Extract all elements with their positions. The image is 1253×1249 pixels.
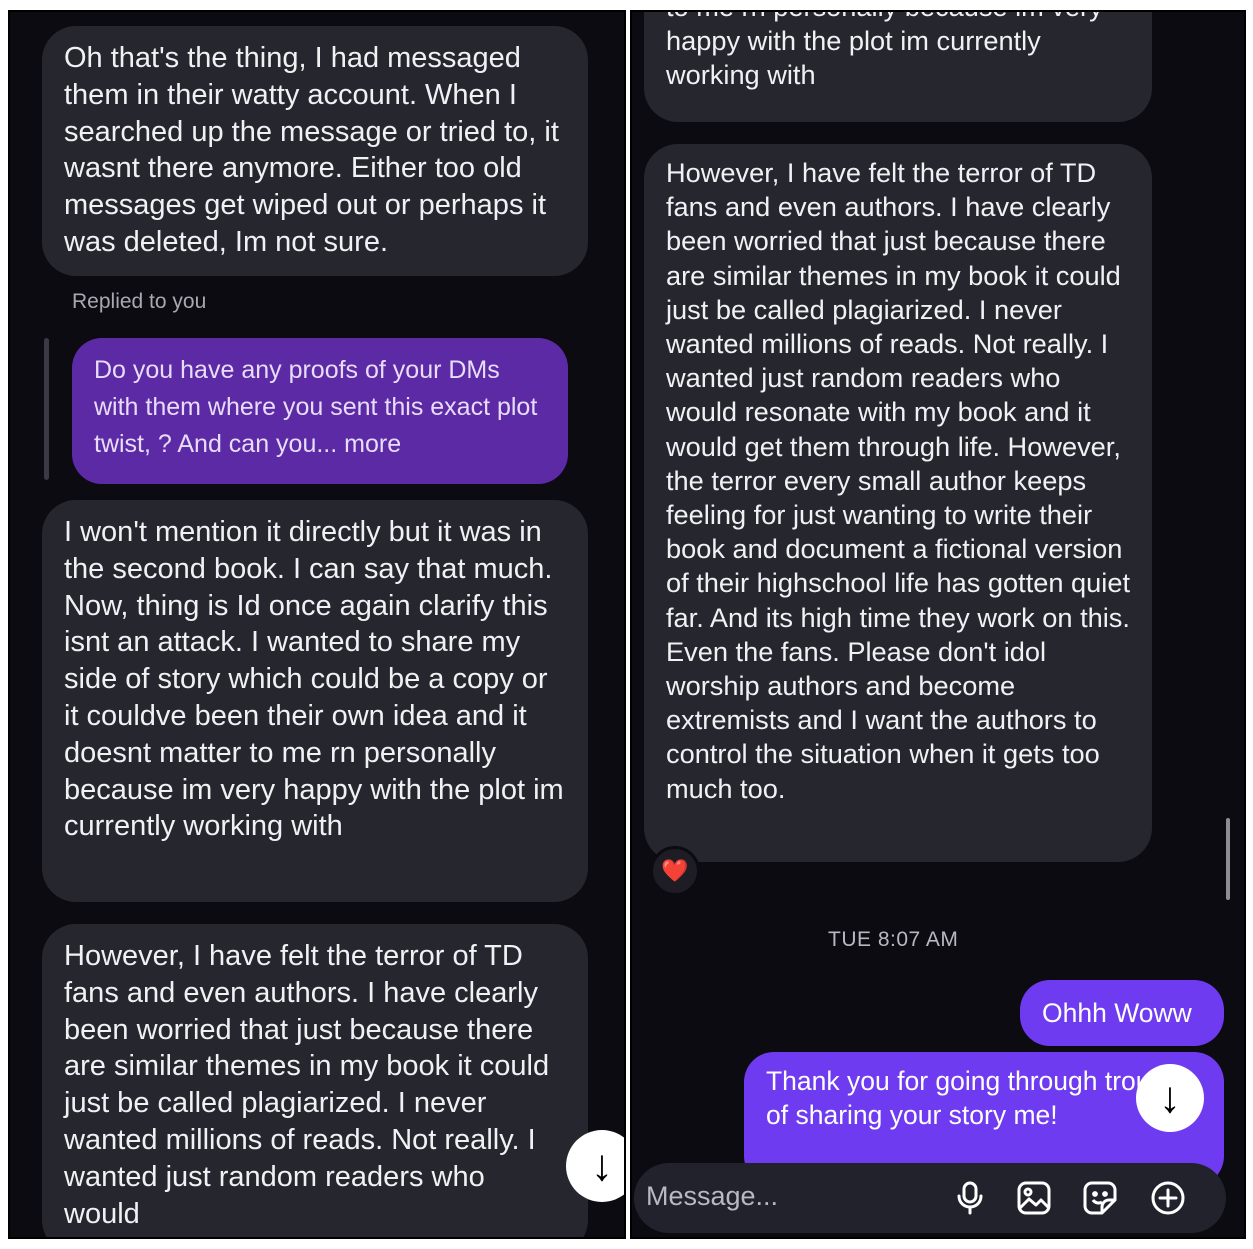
heart-emoji: ❤️ (661, 858, 689, 883)
right-chat-screenshot: to me rn personally because im very happ… (630, 10, 1246, 1239)
replied-to-you-label: Replied to you (72, 290, 207, 313)
message-timestamp: TUE 8:07 AM (828, 928, 959, 951)
received-message[interactable]: I won't mention it directly but it was i… (42, 500, 588, 902)
reply-quoted-message[interactable]: Do you have any proofs of your DMs with … (72, 338, 568, 484)
gallery-icon[interactable] (1016, 1180, 1052, 1216)
arrow-down-icon: ↓ (591, 1141, 613, 1190)
reply-indicator-bar (44, 338, 49, 480)
message-composer: Message... (634, 1163, 1226, 1233)
message-input[interactable]: Message... (646, 1181, 778, 1212)
sent-message[interactable]: Ohhh Woww (1020, 980, 1224, 1046)
received-message[interactable]: However, I have felt the terror of TD fa… (42, 924, 588, 1237)
received-message[interactable]: Oh that's the thing, I had messaged them… (42, 26, 588, 276)
received-message[interactable]: However, I have felt the terror of TD fa… (644, 144, 1152, 862)
sticker-icon[interactable] (1082, 1180, 1118, 1216)
plus-icon[interactable] (1150, 1180, 1186, 1216)
scrollbar[interactable] (1226, 818, 1230, 900)
received-message-partial[interactable]: to me rn personally because im very happ… (644, 12, 1152, 122)
scroll-to-bottom-button[interactable]: ↓ (1136, 1064, 1204, 1132)
arrow-down-icon: ↓ (1159, 1073, 1181, 1122)
microphone-icon[interactable] (952, 1180, 988, 1216)
left-chat-screenshot: Oh that's the thing, I had messaged them… (8, 10, 626, 1239)
heart-reaction-icon[interactable]: ❤️ (650, 846, 700, 896)
